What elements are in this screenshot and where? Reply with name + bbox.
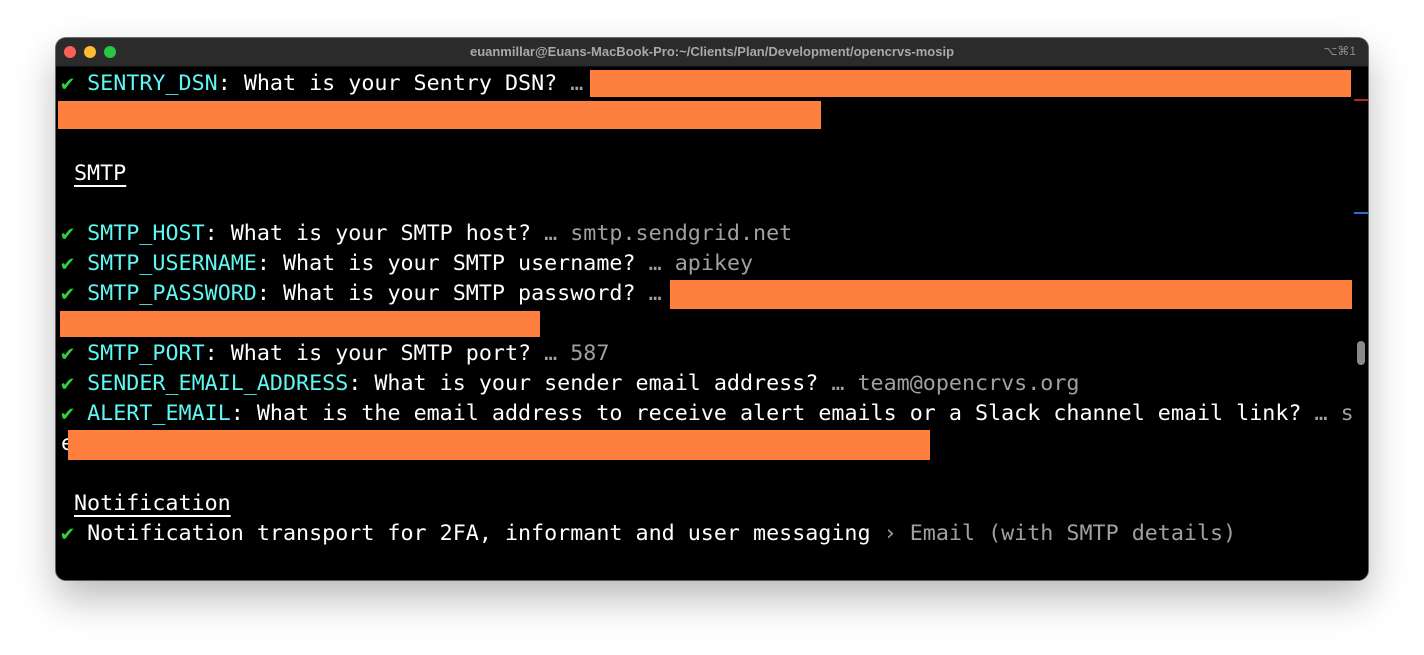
ellipsis: … — [648, 251, 662, 276]
check-icon: ✔ — [61, 251, 75, 276]
window-title: euanmillar@Euans-MacBook-Pro:~/Clients/P… — [469, 44, 955, 59]
check-icon: ✔ — [61, 281, 75, 306]
scrollbar-track[interactable] — [1354, 67, 1368, 580]
ellipsis: … — [544, 221, 558, 246]
smtp-username-question: : What is your SMTP username? — [256, 251, 649, 276]
notification-heading: Notification — [74, 491, 231, 516]
alert-email-key: ALERT_EMAIL — [87, 401, 231, 426]
sentry-dsn-question: : What is your Sentry DSN? — [217, 71, 571, 96]
smtp-port-key: SMTP_PORT — [87, 341, 205, 366]
smtp-host-line: ✔ SMTP_HOST: What is your SMTP host? … s… — [61, 219, 792, 249]
alert-email-question: : What is the email address to receive a… — [230, 401, 1315, 426]
check-icon: ✔ — [61, 221, 75, 246]
smtp-port-question: : What is your SMTP port? — [204, 341, 545, 366]
ellipsis: … — [831, 371, 845, 396]
ellipsis: … — [648, 281, 662, 306]
redacted-sentry-dsn-continued — [58, 101, 821, 129]
smtp-username-line: ✔ SMTP_USERNAME: What is your SMTP usern… — [61, 249, 753, 279]
check-icon: ✔ — [61, 371, 75, 396]
smtp-port-line: ✔ SMTP_PORT: What is your SMTP port? … 5… — [61, 339, 609, 369]
notification-question: Notification transport for 2FA, informan… — [74, 521, 884, 546]
ellipsis: … — [570, 71, 584, 96]
check-icon: ✔ — [61, 401, 75, 426]
smtp-username-key: SMTP_USERNAME — [87, 251, 257, 276]
smtp-username-value: apikey — [661, 251, 754, 276]
smtp-host-value: smtp.sendgrid.net — [557, 221, 793, 246]
terminal-output[interactable]: ✔ SENTRY_DSN: What is your Sentry DSN? …… — [56, 67, 1368, 580]
check-icon: ✔ — [61, 521, 75, 546]
notification-value: Email (with SMTP details) — [896, 521, 1237, 546]
ellipsis: … — [1314, 401, 1328, 426]
smtp-port-value: 587 — [557, 341, 610, 366]
redacted-smtp-password-continued — [60, 311, 540, 337]
redacted-smtp-password — [670, 280, 1352, 309]
scrollbar-thumb[interactable] — [1357, 341, 1365, 365]
redacted-sentry-dsn — [590, 70, 1351, 97]
sender-email-key: SENDER_EMAIL_ADDRESS — [87, 371, 349, 396]
title-bar: euanmillar@Euans-MacBook-Pro:~/Clients/P… — [56, 38, 1368, 67]
alert-email-line: ✔ ALERT_EMAIL: What is the email address… — [61, 399, 1354, 429]
smtp-password-key: SMTP_PASSWORD — [87, 281, 257, 306]
smtp-host-key: SMTP_HOST — [87, 221, 205, 246]
ellipsis: … — [544, 341, 558, 366]
sender-email-question: : What is your sender email address? — [348, 371, 832, 396]
redacted-alert-email — [68, 430, 930, 460]
smtp-host-question: : What is your SMTP host? — [204, 221, 545, 246]
sentry-dsn-line: ✔ SENTRY_DSN: What is your Sentry DSN? … — [61, 69, 583, 99]
smtp-heading: SMTP — [74, 161, 127, 186]
smtp-password-question: : What is your SMTP password? — [256, 281, 649, 306]
smtp-password-line: ✔ SMTP_PASSWORD: What is your SMTP passw… — [61, 279, 662, 309]
arrow-icon: › — [883, 521, 897, 546]
sender-email-line: ✔ SENDER_EMAIL_ADDRESS: What is your sen… — [61, 369, 1079, 399]
sentry-dsn-key: SENTRY_DSN — [87, 71, 218, 96]
check-icon: ✔ — [61, 341, 75, 366]
scroll-mark-blue — [1354, 212, 1368, 214]
terminal-window: euanmillar@Euans-MacBook-Pro:~/Clients/P… — [56, 38, 1368, 580]
window-shortcut: ⌥⌘1 — [1323, 44, 1356, 58]
scroll-mark-red — [1354, 99, 1368, 101]
notification-transport-line: ✔ Notification transport for 2FA, inform… — [61, 519, 1236, 549]
check-icon: ✔ — [61, 71, 75, 96]
alert-email-value-start: s — [1327, 401, 1354, 426]
sender-email-value: team@opencrvs.org — [844, 371, 1080, 396]
